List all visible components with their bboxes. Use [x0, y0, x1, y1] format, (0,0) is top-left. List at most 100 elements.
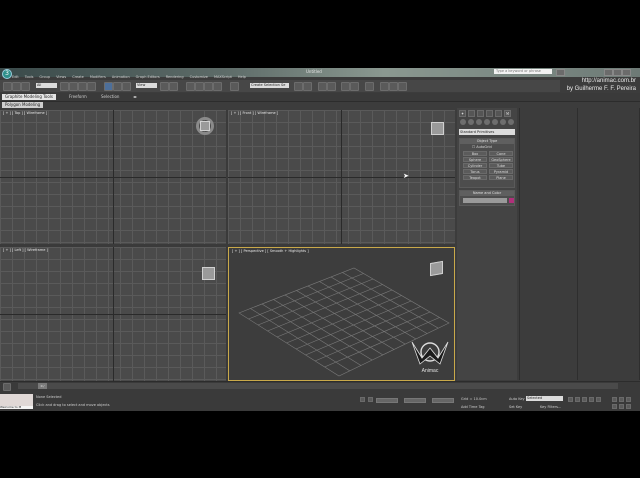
- pan-icon[interactable]: [626, 397, 631, 402]
- select-manipulate-icon[interactable]: [169, 82, 178, 91]
- schematic-view-icon[interactable]: [350, 82, 359, 91]
- menu-item[interactable]: Create: [72, 75, 84, 79]
- z-coordinate-field[interactable]: [432, 398, 454, 403]
- lock-selection-icon[interactable]: [360, 397, 365, 402]
- time-slider-thumb[interactable]: 0 / 100: [38, 383, 47, 394]
- menu-item[interactable]: Rendering: [166, 75, 184, 79]
- tab-selection[interactable]: Selection: [98, 94, 122, 100]
- box-button[interactable]: Box: [463, 151, 487, 156]
- layer-manager-icon[interactable]: [318, 82, 327, 91]
- search-input[interactable]: Type a keyword or phrase: [494, 69, 552, 74]
- tube-button[interactable]: Tube: [489, 163, 513, 168]
- spinner-snap-icon[interactable]: [213, 82, 222, 91]
- cylinder-button[interactable]: Cylinder: [463, 163, 487, 168]
- zoom-icon[interactable]: [612, 397, 617, 402]
- menu-item[interactable]: Modifiers: [90, 75, 106, 79]
- angle-snap-icon[interactable]: [195, 82, 204, 91]
- sphere-button[interactable]: Sphere: [463, 157, 487, 162]
- zoom-all-icon[interactable]: [619, 397, 624, 402]
- snaps-toggle-icon[interactable]: [186, 82, 195, 91]
- menu-item[interactable]: Animation: [112, 75, 130, 79]
- viewport-label[interactable]: [ + ] [ Front ] [ Wireframe ]: [231, 111, 278, 115]
- absolute-mode-icon[interactable]: [368, 397, 373, 402]
- pyramid-button[interactable]: Pyramid: [489, 169, 513, 174]
- goto-start-icon[interactable]: [568, 397, 573, 402]
- move-icon[interactable]: [104, 82, 113, 91]
- app-logo-icon[interactable]: 3: [2, 69, 12, 79]
- key-mode-dropdown[interactable]: Selected: [526, 396, 563, 401]
- menu-item[interactable]: Views: [56, 75, 66, 79]
- menu-item[interactable]: Customize: [190, 75, 208, 79]
- pivot-center-icon[interactable]: [160, 82, 169, 91]
- menu-item[interactable]: MAXScript: [214, 75, 232, 79]
- helpers-icon[interactable]: [492, 119, 498, 125]
- render-setup-icon[interactable]: [380, 82, 389, 91]
- display-tab-icon[interactable]: [495, 110, 502, 117]
- material-editor-icon[interactable]: [365, 82, 374, 91]
- rendered-frame-icon[interactable]: [389, 82, 398, 91]
- viewcube-icon[interactable]: [200, 121, 210, 131]
- next-frame-icon[interactable]: [589, 397, 594, 402]
- hierarchy-tab-icon[interactable]: [477, 110, 484, 117]
- select-object-icon[interactable]: [60, 82, 69, 91]
- utilities-tab-icon[interactable]: ⚒: [504, 110, 511, 117]
- rollout-header[interactable]: Object Type: [460, 139, 514, 144]
- object-name-field[interactable]: [463, 198, 507, 203]
- autogrid-checkbox[interactable]: ☐ AutoGrid: [472, 145, 492, 149]
- menu-item[interactable]: Help: [238, 75, 246, 79]
- graphite-toggle-icon[interactable]: [327, 82, 336, 91]
- viewport-label[interactable]: [ + ] [ Left ] [ Wireframe ]: [3, 248, 48, 252]
- orbit-icon[interactable]: [619, 404, 624, 409]
- play-icon[interactable]: [582, 397, 587, 402]
- percent-snap-icon[interactable]: [204, 82, 213, 91]
- geometry-icon[interactable]: [460, 119, 466, 125]
- minimize-button[interactable]: [604, 69, 613, 76]
- motion-tab-icon[interactable]: [486, 110, 493, 117]
- field-of-view-icon[interactable]: [612, 404, 617, 409]
- x-coordinate-field[interactable]: [376, 398, 398, 403]
- goto-end-icon[interactable]: [596, 397, 601, 402]
- close-button[interactable]: [622, 69, 631, 76]
- named-selection-dropdown[interactable]: Create Selection Se: [250, 83, 289, 88]
- select-by-name-icon[interactable]: [69, 82, 78, 91]
- viewcube-icon[interactable]: [431, 122, 444, 135]
- add-time-tag[interactable]: Add Time Tag: [461, 405, 485, 409]
- viewport-top[interactable]: [ + ] [ Top ] [ Wireframe ]: [0, 110, 226, 244]
- menu-item[interactable]: Group: [39, 75, 50, 79]
- viewport-perspective[interactable]: [ + ] [ Perspective ] [ Smooth + Highlig…: [228, 247, 455, 381]
- viewport-front[interactable]: [ + ] [ Front ] [ Wireframe ] ➤: [228, 110, 455, 244]
- menu-item[interactable]: Tools: [25, 75, 34, 79]
- help-icon[interactable]: [556, 69, 565, 76]
- viewcube-icon[interactable]: [202, 267, 215, 280]
- maximize-viewport-icon[interactable]: [626, 404, 631, 409]
- curve-editor-icon[interactable]: [341, 82, 350, 91]
- rectangle-selection-icon[interactable]: [78, 82, 87, 91]
- redo-icon[interactable]: [12, 82, 21, 91]
- edit-named-selection-icon[interactable]: [230, 82, 239, 91]
- window-crossing-icon[interactable]: [87, 82, 96, 91]
- link-icon[interactable]: [21, 82, 30, 91]
- selection-filter-dropdown[interactable]: All: [36, 83, 57, 88]
- create-tab-icon[interactable]: ✦: [459, 110, 466, 117]
- render-production-icon[interactable]: [398, 82, 407, 91]
- lights-icon[interactable]: [476, 119, 482, 125]
- listener-text[interactable]: Welcome to M: [0, 406, 33, 409]
- modify-tab-icon[interactable]: [468, 110, 475, 117]
- systems-icon[interactable]: [508, 119, 514, 125]
- primitive-category-dropdown[interactable]: Standard Primitives: [459, 129, 515, 135]
- torus-button[interactable]: Torus: [463, 169, 487, 174]
- viewcube-icon[interactable]: [430, 260, 443, 277]
- y-coordinate-field[interactable]: [404, 398, 426, 403]
- ribbon-panel-polygon-modeling[interactable]: Polygon Modeling: [2, 102, 44, 108]
- menu-item[interactable]: Edit: [12, 75, 19, 79]
- reference-coordinate-dropdown[interactable]: View: [136, 83, 157, 88]
- plane-button[interactable]: Plane: [489, 175, 513, 180]
- shapes-icon[interactable]: [468, 119, 474, 125]
- viewport-label[interactable]: [ + ] [ Top ] [ Wireframe ]: [3, 111, 47, 115]
- maximize-button[interactable]: [613, 69, 622, 76]
- align-icon[interactable]: [303, 82, 312, 91]
- geosphere-button[interactable]: GeoSphere: [489, 157, 513, 162]
- menu-item[interactable]: Graph Editors: [136, 75, 160, 79]
- cameras-icon[interactable]: [484, 119, 490, 125]
- teapot-button[interactable]: Teapot: [463, 175, 487, 180]
